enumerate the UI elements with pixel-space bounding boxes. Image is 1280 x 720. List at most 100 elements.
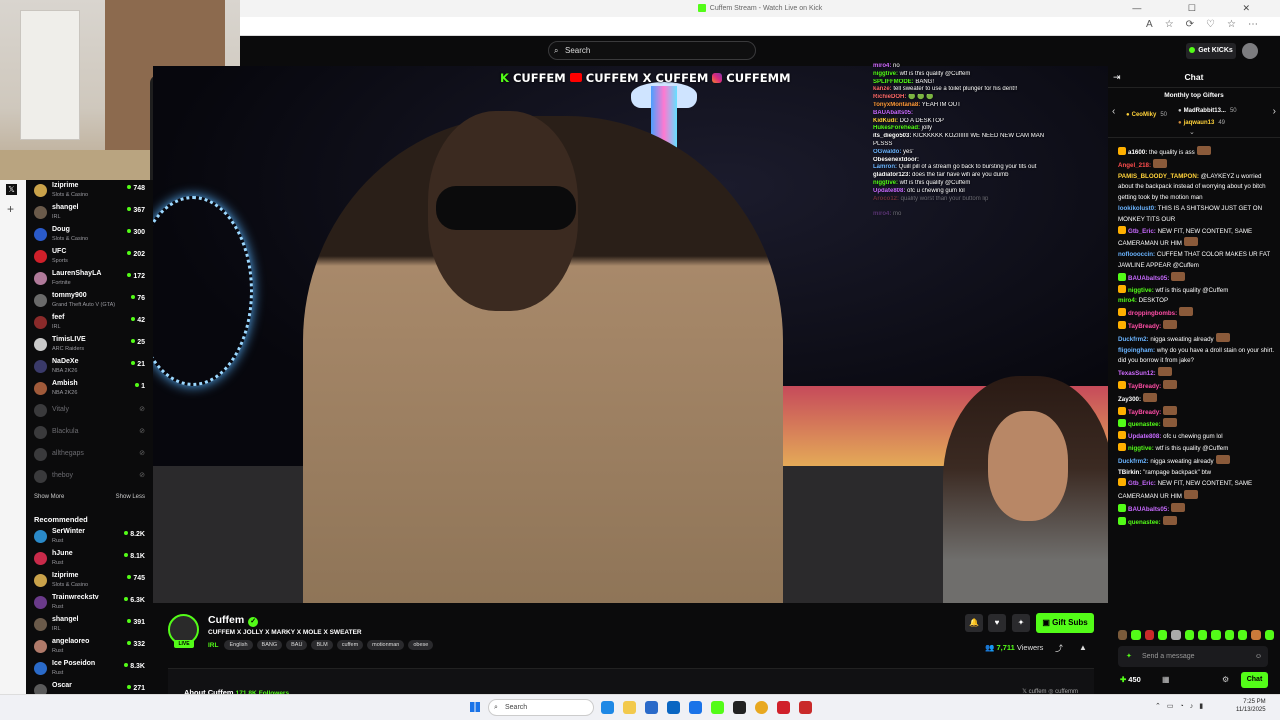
chat-username[interactable]: TBirkin:	[1118, 469, 1141, 476]
outlook-app-icon[interactable]	[667, 701, 680, 714]
chat-username[interactable]: Angel_218:	[1118, 162, 1151, 169]
sidebar-channel-item[interactable]: Ambish NBA 2K26 1	[26, 378, 153, 400]
chat-username[interactable]: nofloooccin:	[1118, 251, 1155, 258]
plus-icon[interactable]: +	[7, 202, 14, 216]
app-icon-6[interactable]	[689, 701, 702, 714]
quick-emote-icon[interactable]	[1237, 630, 1248, 640]
sidebar-channel-item[interactable]: Doug Slots & Casino 300	[26, 224, 153, 246]
chat-username[interactable]: TayBready:	[1128, 409, 1161, 416]
sidebar-offline-item[interactable]: Blackula ⊘	[26, 422, 153, 444]
sidebar-channel-item[interactable]: angelaoreo Rust 332	[26, 636, 153, 658]
search-input[interactable]: ⌕ Search	[548, 41, 756, 60]
category-link[interactable]: IRL	[208, 642, 218, 649]
chat-username[interactable]: fligoingham:	[1118, 347, 1155, 354]
x-logo-icon[interactable]: 𝕏	[6, 184, 17, 195]
quick-emote-icon[interactable]	[1224, 630, 1234, 640]
chat-username[interactable]: Zay300:	[1118, 396, 1141, 403]
chat-username[interactable]: lookikolust0:	[1118, 205, 1156, 212]
emote-row[interactable]	[1118, 630, 1274, 642]
chat-username[interactable]: a1600:	[1128, 149, 1147, 156]
chat-input[interactable]: ✦ Send a message ☺	[1118, 646, 1268, 667]
chat-username[interactable]: TexasSun12:	[1118, 370, 1156, 377]
sidebar-channel-item[interactable]: TimisLIVE ARC Raiders 25	[26, 334, 153, 356]
store-app-icon[interactable]	[645, 701, 658, 714]
sidebar-channel-item[interactable]: LaurenShayLA Fortnite 172	[26, 268, 153, 290]
chat-username[interactable]: niggtive:	[1128, 287, 1154, 294]
chat-username[interactable]: Duckfrm2:	[1118, 336, 1149, 343]
sidebar-channel-item[interactable]: SerWinter Rust 8.2K	[26, 526, 153, 548]
gifter-entry[interactable]: ● CeoMiky 50	[1126, 112, 1167, 118]
report-icon[interactable]: ▲	[1079, 643, 1087, 652]
windows-start-icon[interactable]	[470, 702, 480, 712]
channel-name[interactable]: Cuffem	[208, 614, 244, 626]
edge-app-icon[interactable]	[601, 701, 614, 714]
sidebar-channel-item[interactable]: NaDeXe NBA 2K26 21	[26, 356, 153, 378]
gift-subs-button[interactable]: ▣ Gift Subs	[1036, 613, 1094, 633]
chat-username[interactable]: BAUAbalts05:	[1128, 275, 1169, 282]
window-controls[interactable]: — ☐ ✕	[1132, 0, 1272, 17]
taskbar-search[interactable]: ⌕ Search	[488, 699, 594, 716]
chrome-app-icon[interactable]	[755, 701, 768, 714]
gifters-prev-icon[interactable]: ‹	[1112, 106, 1115, 117]
chat-username[interactable]: droppingbombs:	[1128, 310, 1177, 317]
get-kicks-button[interactable]: Get KICKs	[1186, 43, 1236, 59]
gifter-entry[interactable]: ● MadRabbit13... 50	[1178, 108, 1237, 114]
show-less-button[interactable]: Show Less	[116, 494, 145, 500]
app-icon-11[interactable]	[799, 701, 812, 714]
chat-username[interactable]: quenastee:	[1128, 519, 1161, 526]
channel-avatar[interactable]: LIVE	[168, 614, 199, 648]
quick-emote-icon[interactable]	[1251, 630, 1261, 640]
stream-tag[interactable]: obese	[408, 640, 434, 650]
calendar-icon[interactable]: ▦	[1162, 675, 1170, 684]
app-icon-10[interactable]	[777, 701, 790, 714]
sidebar-channel-item[interactable]: feef IRL 42	[26, 312, 153, 334]
quick-emote-icon[interactable]	[1157, 630, 1168, 640]
stream-tag[interactable]: BANG	[256, 640, 283, 650]
sidebar-channel-item[interactable]: UFC Sports 202	[26, 246, 153, 268]
chat-username[interactable]: miro4:	[1118, 297, 1137, 304]
stream-tag[interactable]: motionman	[367, 640, 405, 650]
chat-username[interactable]: Gtb_Eric:	[1128, 480, 1156, 487]
quick-emote-icon[interactable]	[1171, 630, 1181, 640]
channel-points[interactable]: ✚ 450	[1120, 675, 1141, 684]
collapse-chat-icon[interactable]: ⇥	[1113, 66, 1121, 88]
file-explorer-icon[interactable]	[623, 701, 636, 714]
browser-toolbar-icons[interactable]: A☆⟳♡☆⋯	[1146, 19, 1270, 30]
stream-tag[interactable]: English	[224, 640, 253, 650]
sidebar-channel-item[interactable]: shangel IRL 391	[26, 614, 153, 636]
gifters-next-icon[interactable]: ›	[1273, 106, 1276, 117]
share-icon[interactable]: ⤴	[1055, 643, 1063, 654]
chat-send-button[interactable]: Chat	[1241, 672, 1268, 688]
chat-username[interactable]: TayBready:	[1128, 383, 1161, 390]
stream-tag[interactable]: BLM	[311, 640, 333, 650]
sidebar-channel-item[interactable]: Iziprime Slots & Casino 748	[26, 180, 153, 202]
heart-icon[interactable]: ♥	[988, 614, 1006, 632]
expand-gifters-icon[interactable]: ⌄	[1189, 128, 1195, 136]
system-tray-icons[interactable]: ⌃▭◔♪▮	[1155, 702, 1209, 710]
sidebar-channel-item[interactable]: tommy900 Grand Theft Auto V (GTA) 76	[26, 290, 153, 312]
chat-username[interactable]: quenastee:	[1128, 421, 1161, 428]
quick-emote-icon[interactable]	[1264, 630, 1274, 640]
stream-tag[interactable]: BAU	[286, 640, 308, 650]
sidebar-channel-item[interactable]: shangel IRL 367	[26, 202, 153, 224]
quick-emote-icon[interactable]	[1184, 630, 1194, 640]
show-more-button[interactable]: Show More	[34, 494, 64, 500]
more-actions-icon[interactable]: ✦	[1012, 614, 1030, 632]
settings-icon[interactable]: ⚙	[1222, 675, 1229, 684]
bell-icon[interactable]: 🔔	[965, 614, 983, 632]
chat-username[interactable]: Duckfrm2:	[1118, 458, 1149, 465]
sidebar-offline-item[interactable]: allthegaps ⊘	[26, 444, 153, 466]
app-icon-8[interactable]	[733, 701, 746, 714]
sidebar-channel-item[interactable]: Trainwreckstv Rust 6.3K	[26, 592, 153, 614]
taskbar-clock[interactable]: 7:25 PM 11/13/2025	[1236, 698, 1266, 714]
chat-username[interactable]: TayBready:	[1128, 323, 1161, 330]
gifter-entry[interactable]: ● jaqwaun13 49	[1178, 120, 1225, 126]
quick-emote-icon[interactable]	[1118, 630, 1128, 640]
quick-emote-icon[interactable]	[1197, 630, 1208, 640]
user-avatar[interactable]	[1242, 43, 1258, 59]
sidebar-offline-item[interactable]: Vitaly ⊘	[26, 400, 153, 422]
chat-username[interactable]: niggtive:	[1128, 445, 1154, 452]
sidebar-channel-item[interactable]: Ice Poseidon Rust 8.3K	[26, 658, 153, 680]
stream-tag[interactable]: cuffem	[336, 640, 364, 650]
emoji-icon[interactable]: ☺	[1255, 646, 1262, 667]
